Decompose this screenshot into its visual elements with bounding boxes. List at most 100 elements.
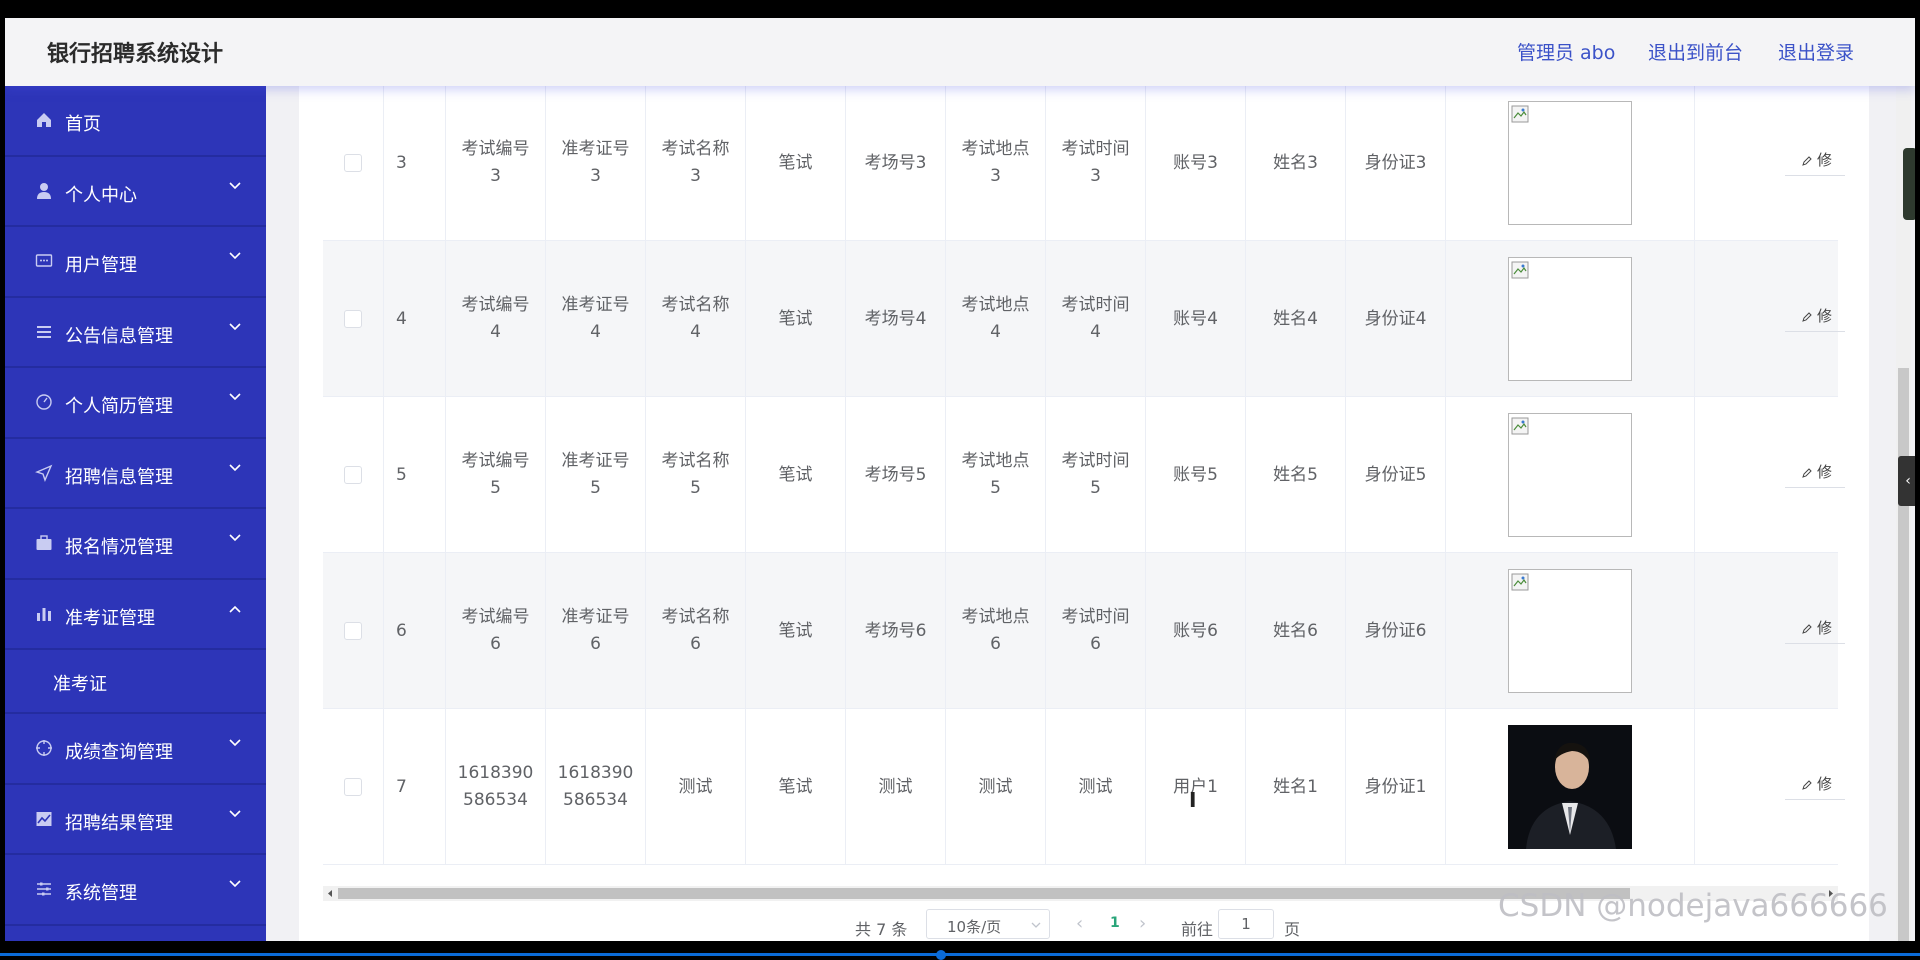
cell-text: 考场号4 bbox=[864, 308, 927, 329]
chevron-down-icon bbox=[229, 809, 241, 817]
sidebar-item-label: 准考证管理 bbox=[65, 607, 155, 629]
goto-label: 前往 bbox=[1181, 920, 1214, 939]
cell-exam-no: 1618390 586534 bbox=[446, 709, 546, 865]
prev-page-button[interactable]: ‹ bbox=[1076, 913, 1083, 934]
logout-link[interactable]: 退出登录 bbox=[1778, 38, 1854, 65]
photo-placeholder bbox=[1508, 257, 1632, 381]
page-unit-label: 页 bbox=[1284, 920, 1301, 939]
cell-time: 考试时间 6 bbox=[1046, 553, 1146, 709]
cell-name: 姓名3 bbox=[1246, 86, 1346, 241]
chevron-down-icon bbox=[1031, 922, 1041, 928]
row-checkbox[interactable] bbox=[344, 622, 362, 640]
cell-text: 身份证5 bbox=[1364, 464, 1427, 485]
chat-icon bbox=[35, 254, 53, 267]
cell-exam-no: 考试编号 6 bbox=[446, 553, 546, 709]
horizontal-scroll-thumb[interactable] bbox=[338, 888, 1630, 899]
page-size-select[interactable]: 10条/页 bbox=[926, 909, 1050, 939]
sidebar-item-score-query[interactable]: 成绩查询管理 bbox=[5, 714, 266, 785]
edit-label: 修 bbox=[1817, 307, 1833, 325]
edit-icon bbox=[1802, 779, 1812, 790]
cell-text: 准考证号 3 bbox=[561, 139, 630, 186]
row-checkbox[interactable] bbox=[344, 778, 362, 796]
top-bar: 银行招聘系统设计 管理员 abo 退出到前台 退出登录 bbox=[5, 18, 1915, 86]
chevron-up-icon bbox=[229, 605, 241, 613]
briefcase-icon bbox=[36, 535, 52, 550]
collapse-side-panel-button[interactable]: ‹ bbox=[1898, 456, 1915, 506]
cell-exam-name: 考试名称 6 bbox=[646, 553, 746, 709]
sidebar-item-registration-management[interactable]: 报名情况管理 bbox=[5, 509, 266, 580]
cell-text: 考试编号 4 bbox=[461, 295, 530, 342]
edit-button[interactable]: 修 bbox=[1785, 146, 1845, 176]
sliders-icon bbox=[37, 882, 51, 896]
checkbox-cell bbox=[323, 86, 384, 241]
cell-place: 考试地点 3 bbox=[946, 86, 1046, 241]
cell-text: 考试时间 6 bbox=[1061, 607, 1130, 654]
sidebar-item-admission-ticket-management[interactable]: 准考证管理 bbox=[5, 580, 266, 650]
scroll-left-icon[interactable] bbox=[326, 889, 334, 898]
cell-text: 测试 bbox=[678, 776, 713, 797]
cell-text: 4 bbox=[396, 308, 407, 329]
progress-line bbox=[0, 953, 1920, 956]
sidebar-item-system-management[interactable]: 系统管理 bbox=[5, 855, 266, 926]
vertical-scroll-thumb[interactable] bbox=[1898, 368, 1909, 941]
cell-ticket-no: 准考证号 3 bbox=[546, 86, 646, 241]
cell-text: 账号4 bbox=[1173, 308, 1218, 329]
page-size-value: 10条/页 bbox=[947, 918, 1002, 936]
sidebar-item-label: 报名情况管理 bbox=[65, 537, 173, 558]
row-checkbox[interactable] bbox=[344, 154, 362, 172]
next-page-button[interactable]: › bbox=[1139, 913, 1146, 934]
chevron-down-icon bbox=[229, 739, 241, 747]
send-icon bbox=[35, 464, 53, 482]
cell-exam-no: 考试编号 4 bbox=[446, 241, 546, 397]
photo-cell bbox=[1446, 553, 1695, 709]
sidebar-item-personal-center[interactable]: 个人中心 bbox=[5, 157, 266, 227]
cell-text: 考试名称 4 bbox=[661, 295, 730, 342]
pagination-total: 共 7 条 bbox=[855, 920, 908, 939]
cell-text: 考试地点 3 bbox=[961, 139, 1030, 186]
sidebar: 首页 个人中心 用户管理 公告信息管理 个人简历管理 招聘信息管理 报名情况管理… bbox=[5, 86, 266, 941]
edit-button[interactable]: 修 bbox=[1785, 458, 1845, 488]
table-row: 6 考试编号 6 准考证号 6 考试名称 6 笔试 考场号6 考试地点 6 考试时间 6 账号6… bbox=[323, 553, 1845, 709]
sidebar-subitem-admission-ticket[interactable]: 准考证 bbox=[5, 650, 266, 714]
cell-text: 3 bbox=[396, 152, 407, 173]
person-icon bbox=[37, 182, 51, 199]
row-checkbox[interactable] bbox=[344, 466, 362, 484]
edit-button[interactable]: 修 bbox=[1785, 614, 1845, 644]
portrait-photo bbox=[1508, 725, 1632, 849]
cell-text: 笔试 bbox=[778, 308, 813, 329]
table-card: 3 考试编号 3 准考证号 3 考试名称 3 笔试 考场号3 考试地点 3 考试时间 3 账号3… bbox=[299, 86, 1869, 941]
cell-text: 考试名称 6 bbox=[661, 607, 730, 654]
edit-button[interactable]: 修 bbox=[1785, 770, 1845, 800]
cell-text: 姓名1 bbox=[1273, 776, 1318, 797]
main-content: 3 考试编号 3 准考证号 3 考试名称 3 笔试 考场号3 考试地点 3 考试时间 3 账号3… bbox=[267, 86, 1915, 941]
cell-ticket-no: 准考证号 4 bbox=[546, 241, 646, 397]
exit-to-frontend-link[interactable]: 退出到前台 bbox=[1648, 38, 1743, 65]
list-icon bbox=[37, 325, 51, 338]
cell-room: 测试 bbox=[846, 709, 946, 865]
cell-place: 考试地点 6 bbox=[946, 553, 1046, 709]
sidebar-item-label: 招聘信息管理 bbox=[65, 466, 173, 488]
sidebar-item-recruitment-results[interactable]: 招聘结果管理 bbox=[5, 785, 266, 855]
sidebar-item-notice-management[interactable]: 公告信息管理 bbox=[5, 298, 266, 368]
sidebar-item-home[interactable]: 首页 bbox=[5, 86, 266, 157]
cell-text: 7 bbox=[396, 776, 407, 797]
edit-button[interactable]: 修 bbox=[1785, 302, 1845, 332]
sidebar-item-user-management[interactable]: 用户管理 bbox=[5, 227, 266, 298]
cell-account: 账号3 bbox=[1146, 86, 1246, 241]
goto-page-input[interactable] bbox=[1218, 909, 1274, 939]
action-cell: 修 bbox=[1695, 709, 1845, 865]
table-row: 7 1618390 586534 1618390 586534 测试 笔试 测试 测试 测试 用… bbox=[323, 709, 1845, 865]
cell-text: 笔试 bbox=[778, 776, 813, 797]
cell-text: 姓名4 bbox=[1273, 308, 1318, 329]
action-cell: 修 bbox=[1695, 553, 1845, 709]
home-icon bbox=[37, 113, 51, 127]
sidebar-item-resume-management[interactable]: 个人简历管理 bbox=[5, 368, 266, 439]
floating-widget[interactable] bbox=[1903, 148, 1915, 220]
row-checkbox[interactable] bbox=[344, 310, 362, 328]
sidebar-item-recruitment-info[interactable]: 招聘信息管理 bbox=[5, 439, 266, 509]
cell-type: 笔试 bbox=[746, 709, 846, 865]
cell-place: 考试地点 4 bbox=[946, 241, 1046, 397]
table-row: 5 考试编号 5 准考证号 5 考试名称 5 笔试 考场号5 考试地点 5 考试时间 5 账号5… bbox=[323, 397, 1845, 553]
current-page[interactable]: 1 bbox=[1110, 915, 1120, 931]
admin-user-label[interactable]: 管理员 abo bbox=[1517, 38, 1615, 65]
